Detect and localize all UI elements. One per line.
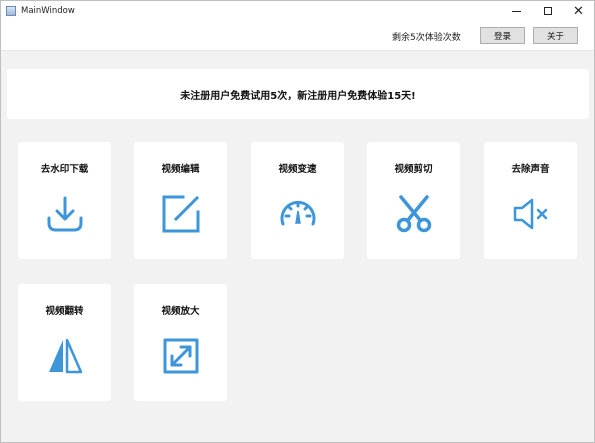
about-button[interactable]: 关于 [533,27,578,44]
feature-label: 视频变速 [278,164,317,175]
mute-icon [509,192,553,236]
feature-label: 视频放大 [161,306,200,317]
feature-label: 视频编辑 [161,164,200,175]
minimize-icon [512,10,521,12]
feature-label: 去除声音 [511,164,550,175]
feature-card-video-edit[interactable]: 视频编辑 [134,142,227,259]
notice-panel: 未注册用户免费试用5次，新注册用户免费体验15天! [7,69,589,119]
enlarge-icon [159,334,203,378]
title-bar[interactable]: MainWindow ✕ [1,1,594,21]
window-title: MainWindow [21,6,75,16]
window-controls: ✕ [501,1,594,21]
app-icon [6,6,16,16]
maximize-icon [543,7,552,15]
feature-card-watermark-download[interactable]: 去水印下载 [18,142,111,259]
feature-label: 视频剪切 [394,164,433,175]
feature-card-remove-audio[interactable]: 去除声音 [484,142,577,259]
maximize-button[interactable] [532,1,563,21]
edit-icon [159,192,203,236]
download-icon [43,192,87,236]
scissors-icon [392,192,436,236]
login-button[interactable]: 登录 [480,27,525,44]
remaining-trials-text: 剩余5次体验次数 [392,33,461,43]
minimize-button[interactable] [501,1,532,21]
close-icon: ✕ [573,3,584,19]
main-window: MainWindow ✕ 剩余5次体验次数 登录 关于 未注册用户免费试用5次，… [0,0,595,443]
header-bar: 剩余5次体验次数 登录 关于 [1,21,594,51]
notice-text: 未注册用户免费试用5次，新注册用户免费体验15天! [180,90,416,102]
speedometer-icon [276,192,320,236]
feature-card-video-flip[interactable]: 视频翻转 [18,284,111,401]
feature-label: 视频翻转 [45,306,84,317]
feature-card-video-enlarge[interactable]: 视频放大 [134,284,227,401]
close-button[interactable]: ✕ [563,1,594,21]
feature-card-video-speed[interactable]: 视频变速 [251,142,344,259]
flip-icon [43,334,87,378]
feature-card-video-cut[interactable]: 视频剪切 [367,142,460,259]
feature-label: 去水印下载 [40,164,89,175]
